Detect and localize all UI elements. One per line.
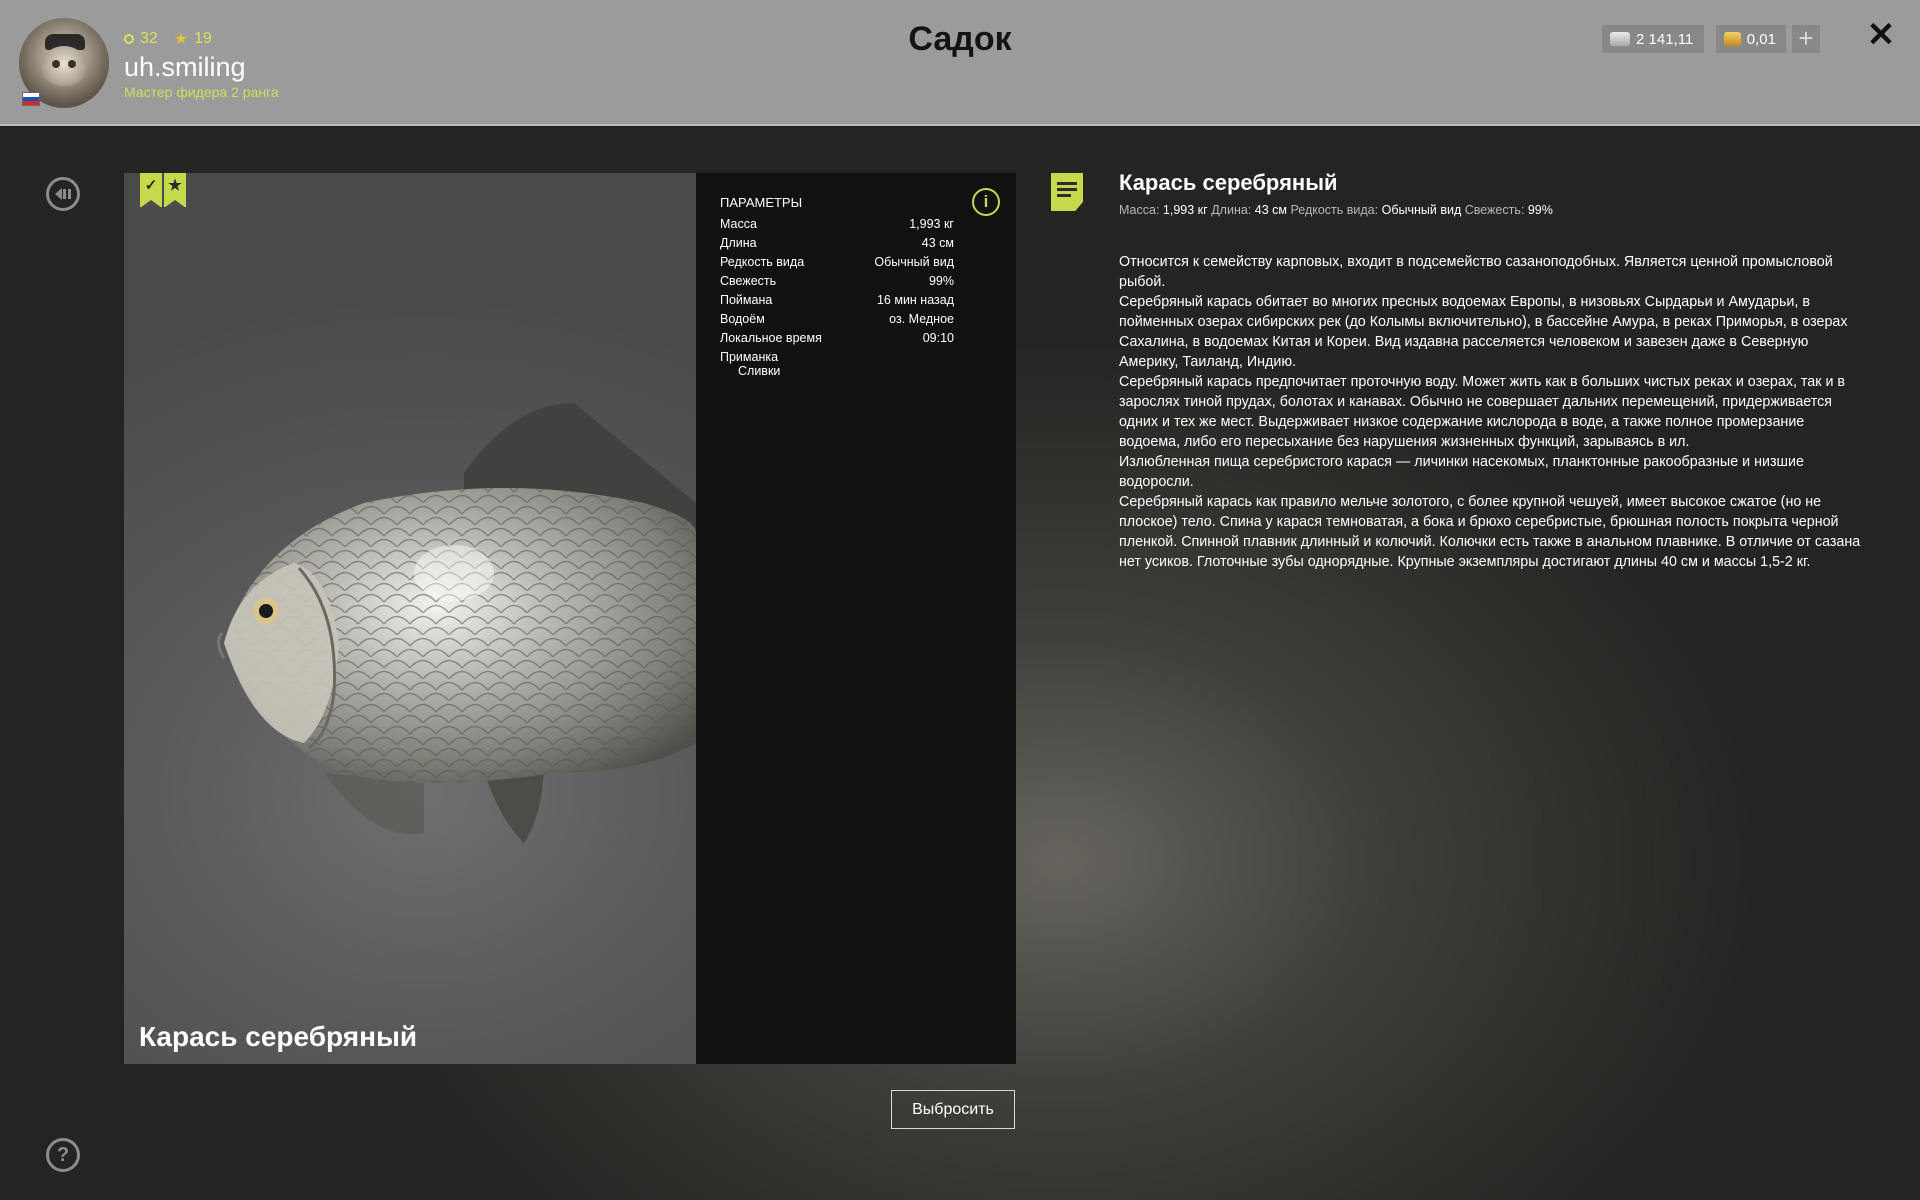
gold-balance: 0,01	[1716, 25, 1786, 53]
meta-label: Редкость вида:	[1290, 203, 1379, 217]
meta-value: 99%	[1527, 203, 1553, 217]
player-level: 32	[140, 30, 158, 47]
meta-value: 43 см	[1254, 203, 1287, 217]
silver-coins-icon	[1610, 32, 1630, 46]
gold-amount: 0,01	[1746, 30, 1776, 48]
param-label: Водоём	[720, 312, 765, 326]
description-meta: Масса: 1,993 кг Длина: 43 см Редкость ви…	[1119, 203, 1553, 217]
top-bar: 32 ★ 19 uh.smiling Мастер фидера 2 ранга…	[0, 0, 1920, 126]
param-label: Локальное время	[720, 331, 822, 345]
meta-label: Свежесть:	[1464, 203, 1525, 217]
description-paragraph: Серебряный карась обитает во многих прес…	[1119, 294, 1848, 370]
parameters-title: ПАРАМЕТРЫ	[720, 195, 803, 210]
description-body: Относится к семейству карповых, входит в…	[1119, 252, 1869, 572]
back-icon	[55, 188, 71, 200]
meta-label: Длина:	[1211, 203, 1252, 217]
throw-away-button[interactable]: Выбросить	[891, 1090, 1015, 1129]
back-button[interactable]	[46, 177, 80, 211]
russia-flag-icon	[22, 92, 40, 106]
param-label: Длина	[720, 236, 757, 250]
param-label: Редкость вида	[720, 255, 805, 269]
description-note-icon	[1051, 173, 1083, 211]
param-value: 16 мин назад	[876, 293, 954, 307]
fish-card: ✓ ★ Карась серебряный ПАРАМЕТРЫ i Масса …	[124, 173, 1016, 1064]
level-ring-icon	[124, 34, 134, 44]
star-icon: ★	[173, 31, 189, 48]
param-value: 1,993 кг	[909, 217, 954, 231]
player-stats: 32 ★ 19	[124, 29, 212, 49]
param-value: оз. Медное	[889, 312, 954, 326]
silver-amount: 2 141,11	[1636, 30, 1694, 48]
description-paragraph: Относится к семейству карповых, входит в…	[1119, 254, 1833, 290]
check-icon: ✓	[144, 177, 158, 194]
bait-label: Приманка	[720, 350, 779, 364]
username: uh.smiling	[124, 52, 246, 82]
param-label: Поймана	[720, 293, 773, 307]
fish-photo	[124, 173, 696, 1064]
silver-balance: 2 141,11	[1602, 25, 1704, 53]
info-icon[interactable]: i	[972, 188, 1000, 216]
avatar-eye-shape	[52, 60, 60, 68]
close-icon[interactable]: ✕	[1864, 18, 1898, 52]
param-value: 99%	[928, 274, 954, 288]
player-rank: Мастер фидера 2 ранга	[124, 84, 279, 100]
gold-coins-icon	[1724, 32, 1741, 46]
description-title: Карась серебряный	[1119, 170, 1338, 195]
avatar-eye-shape	[68, 60, 76, 68]
param-label: Свежесть	[720, 274, 777, 288]
description-paragraph: Излюбленная пища серебристого карася — л…	[1119, 454, 1804, 490]
player-stars: 19	[194, 30, 212, 47]
param-value: 09:10	[922, 331, 954, 345]
param-row: Масса 1,993 кг	[720, 217, 954, 231]
avatar-face-shape	[41, 46, 87, 86]
fish-illustration	[217, 403, 696, 843]
bait-info: Приманка Сливки	[720, 350, 780, 378]
meta-value: 1,993 кг	[1162, 203, 1208, 217]
param-row: Локальное время 09:10	[720, 331, 954, 345]
help-button[interactable]: ?	[46, 1138, 80, 1172]
param-label: Масса	[720, 217, 757, 231]
add-currency-button[interactable]: +	[1792, 25, 1820, 53]
param-row: Длина 43 см	[720, 236, 954, 250]
param-value: Обычный вид	[874, 255, 954, 269]
param-row: Свежесть 99%	[720, 274, 954, 288]
parameters-panel: ПАРАМЕТРЫ i Масса 1,993 кг Длина 43 см Р…	[696, 173, 1016, 1064]
meta-label: Масса:	[1119, 203, 1160, 217]
favorite-bookmark[interactable]: ★	[164, 173, 186, 208]
help-icon: ?	[56, 1144, 70, 1166]
bait-value: Сливки	[738, 364, 781, 378]
star-icon: ★	[168, 177, 182, 194]
description-paragraph: Серебряный карась предпочитает проточную…	[1119, 374, 1846, 450]
meta-value: Обычный вид	[1381, 203, 1462, 217]
param-row: Водоём оз. Медное	[720, 312, 954, 326]
param-row: Поймана 16 мин назад	[720, 293, 954, 307]
fish-name: Карась серебряный	[139, 1021, 418, 1052]
param-value: 43 см	[921, 236, 954, 250]
caught-bookmark: ✓	[140, 173, 162, 208]
param-row: Редкость вида Обычный вид	[720, 255, 954, 269]
description-paragraph: Серебряный карась как правило мельче зол…	[1119, 494, 1861, 570]
